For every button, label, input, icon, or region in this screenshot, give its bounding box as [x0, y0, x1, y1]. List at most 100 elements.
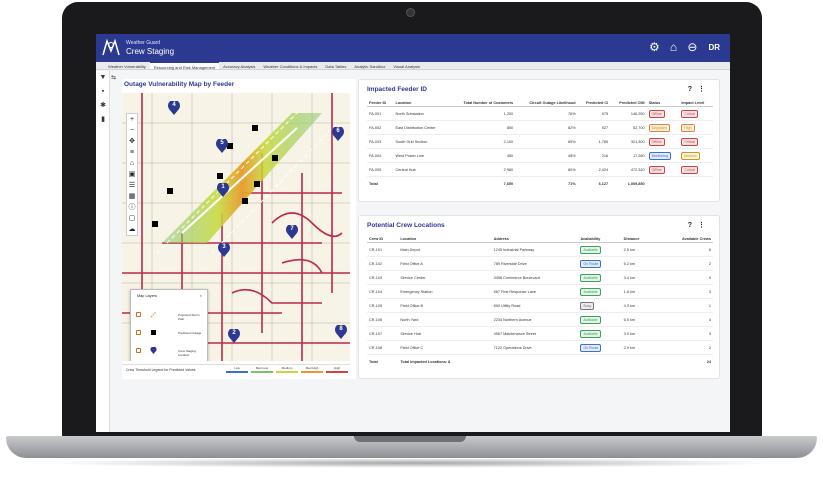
app-name: Weather Guard	[126, 40, 161, 46]
status-badge: Monitoring	[648, 151, 671, 160]
zoom-in-icon[interactable]: +	[127, 114, 137, 125]
table-row[interactable]: CR-108 Field Office C 7122 Operations Driv…	[367, 340, 713, 355]
home-icon[interactable]: ⌂	[666, 40, 680, 54]
tab-item[interactable]: Visual Analysis	[389, 62, 424, 69]
cloud-icon[interactable]: ☁	[127, 224, 137, 235]
legend-swatch	[251, 371, 273, 373]
tab-item[interactable]: Weather Vulnerability	[104, 62, 150, 69]
table-cell: Busy	[578, 298, 622, 313]
table-row[interactable]: CR-106 North Yard 2234 Northern Avenue Avai…	[367, 312, 713, 327]
tab-item[interactable]: Data Tables	[321, 62, 350, 69]
legend-swatch	[276, 371, 298, 373]
info-icon[interactable]: ⓘ	[127, 202, 137, 213]
table-cell: 17,280	[610, 148, 647, 163]
menu-icon[interactable]: ⋮	[698, 86, 711, 93]
table-cell: 5	[655, 270, 713, 285]
menu-icon[interactable]: ⋮	[698, 222, 711, 229]
tab-item[interactable]: Accuracy Analysis	[219, 62, 259, 69]
gear-icon[interactable]: ⚙	[647, 40, 661, 54]
filter-icon[interactable]: ▼	[96, 71, 110, 85]
lock-icon[interactable]: ▪	[96, 85, 110, 99]
feeder-pin[interactable]: 5	[216, 137, 228, 153]
filter-map-icon[interactable]: ☰	[127, 180, 137, 191]
layer-predicted-outage[interactable]: Predicted Outage	[136, 330, 206, 340]
left-toolbar: ▼ ▪ ✱ ▮	[96, 71, 110, 432]
table-cell: Service Hub	[398, 326, 492, 341]
print-icon[interactable]: ▢	[127, 213, 137, 224]
tab-item[interactable]: Resourcing and Risk Management	[149, 62, 220, 70]
status-badge: Offline	[648, 137, 665, 146]
page-title: Crew Staging	[126, 47, 175, 56]
table-cell: 4567 Maintenance Street	[491, 326, 579, 341]
table-cell: CR-108	[367, 340, 399, 355]
logout-icon[interactable]: ⊖	[685, 40, 699, 54]
status-badge: Available	[580, 329, 601, 338]
table-row[interactable]: CR-101 Main Depot 1245 Industrial Parkway A…	[367, 242, 713, 257]
table-row[interactable]: CR-103 Service Center 3456 Commerce Boulev…	[367, 270, 713, 285]
table-row[interactable]: FA-005 Central Hub 2,980 80% 2,424 472,320 Off…	[367, 162, 713, 177]
table-cell: 2	[655, 340, 713, 355]
legend-swatch	[301, 371, 323, 373]
table-cell: East Distribution Center	[393, 120, 449, 135]
help-icon[interactable]: ?	[688, 86, 698, 93]
table-row[interactable]: FA-003 South Grid Section 2,100 85% 1,785 321…	[367, 134, 713, 149]
tab-item[interactable]: Analytic Sandbox	[350, 62, 389, 69]
table-cell: 1.8 km	[621, 284, 656, 299]
table-cell: 975	[577, 106, 611, 121]
table-cell: 216	[577, 148, 611, 163]
layer-crew-staging[interactable]: Crew Staging Location	[136, 347, 206, 358]
status-badge: Offline	[648, 109, 665, 118]
crew-table: Crew ID Location Address Availability Distan…	[367, 236, 713, 369]
table-cell: FA-005	[367, 162, 394, 177]
collapse-icon[interactable]: ⇆	[111, 74, 116, 81]
feeder-pin[interactable]: 8	[335, 323, 347, 339]
settings-icon[interactable]: ✱	[96, 99, 110, 113]
storm-path-icon	[150, 311, 157, 318]
feeder-pin[interactable]: 3	[218, 241, 230, 257]
table-cell: Available	[578, 270, 622, 285]
table-cell: FA-001	[367, 106, 394, 121]
feeder-pin[interactable]: 1	[217, 181, 229, 197]
table-cell: Available	[578, 284, 622, 299]
table-cell: 52,700	[610, 120, 647, 135]
outage-icon	[151, 330, 156, 335]
table-row[interactable]: FA-002 East Distribution Center 850 82% 927 5…	[367, 120, 713, 135]
image-icon[interactable]: ▣	[127, 169, 137, 180]
table-row[interactable]: CR-107 Service Hub 4567 Maintenance Street…	[367, 326, 713, 341]
layer-checkbox[interactable]	[136, 348, 141, 353]
map-toolbar: + − ✥ ≡ ⌂ ▣ ☰ ▦ ⓘ ▢ ☁	[126, 113, 138, 236]
home-map-icon[interactable]: ⌂	[127, 158, 137, 169]
table-cell: On Route	[578, 340, 622, 355]
table-row[interactable]: CR-105 Field Office B 890 Utility Road Busy…	[367, 298, 713, 313]
brand-logo: DR	[708, 42, 720, 52]
layer-storm-path[interactable]: Projected Storm Path	[136, 311, 206, 322]
table-cell: Offline	[646, 162, 680, 177]
feeder-pin[interactable]: 2	[228, 327, 240, 343]
layer-checkbox[interactable]	[136, 330, 141, 335]
status-badge: Available	[580, 287, 601, 296]
feeder-pin[interactable]: 6	[332, 125, 344, 141]
status-badge: Degraded	[648, 123, 670, 132]
table-cell: 146,250	[610, 106, 647, 121]
table-row[interactable]: CR-104 Emergency Station 567 First Respons…	[367, 284, 713, 299]
vulnerability-map[interactable]: + − ✥ ≡ ⌂ ▣ ☰ ▦ ⓘ ▢ ☁ 4 1 2 3 5 6 7 8 Ma…	[122, 93, 350, 361]
legend-swatch	[226, 371, 248, 373]
help-icon[interactable]: ?	[688, 222, 698, 229]
layer-checkbox[interactable]	[136, 312, 141, 317]
table-row[interactable]: FA-004 West Power Line 450 48% 216 17,280 Moni…	[367, 148, 713, 163]
grid-icon[interactable]: ▦	[127, 191, 137, 202]
table-cell	[394, 177, 449, 191]
close-icon[interactable]: ×	[200, 293, 202, 298]
table-row[interactable]: FA-001 North Substation 1,250 76% 975 146,250…	[367, 106, 713, 121]
bookmark-icon[interactable]: ▮	[96, 113, 110, 127]
table-cell: 85%	[515, 134, 578, 149]
layers-icon[interactable]: ≡	[127, 147, 137, 158]
feeder-pin[interactable]: 4	[168, 99, 180, 115]
table-cell: 5.2 km	[621, 256, 656, 271]
tab-item[interactable]: Weather Conditions & Impacts	[259, 62, 321, 69]
zoom-out-icon[interactable]: −	[127, 125, 137, 136]
feeder-pin[interactable]: 7	[286, 223, 298, 239]
pan-icon[interactable]: ✥	[127, 136, 137, 147]
table-row[interactable]: CR-102 Field Office A 789 Riverside Drive O…	[367, 256, 713, 271]
table-cell: 1,009,850	[627, 181, 645, 186]
